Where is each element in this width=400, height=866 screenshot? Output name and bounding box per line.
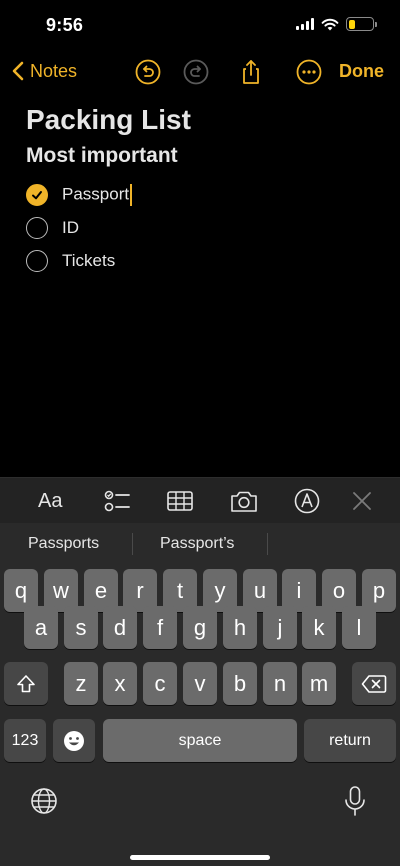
markup-pen-icon[interactable] — [293, 487, 321, 515]
shift-key[interactable] — [4, 662, 48, 705]
key-c[interactable]: c — [143, 662, 177, 705]
checklist-icon[interactable] — [103, 487, 131, 515]
return-key[interactable]: return — [304, 719, 396, 762]
checked-circle-icon[interactable] — [26, 183, 48, 206]
share-icon[interactable] — [237, 58, 265, 86]
key-l[interactable]: l — [342, 606, 376, 649]
camera-icon[interactable] — [229, 487, 259, 515]
status-time: 9:56 — [46, 15, 84, 35]
battery-icon — [346, 17, 377, 31]
key-x[interactable]: x — [103, 662, 137, 705]
text-cursor — [130, 183, 133, 206]
key-k[interactable]: k — [302, 606, 336, 649]
wifi-icon — [321, 18, 339, 30]
checklist-item: Passport — [26, 178, 386, 211]
note-heading[interactable]: Most important — [26, 140, 386, 172]
note-title[interactable]: Packing List — [26, 102, 386, 138]
delete-key[interactable] — [352, 662, 396, 705]
microphone-icon[interactable] — [342, 785, 368, 817]
chevron-left-icon — [12, 61, 24, 81]
key-j[interactable]: j — [263, 606, 297, 649]
keyboard-area: Aa Passports Passport’s q w e r t y u i … — [0, 477, 400, 866]
nav-bar: Notes Done — [0, 52, 400, 92]
key-h[interactable]: h — [223, 606, 257, 649]
checklist: Passport ID Tickets — [26, 178, 386, 277]
redo-icon[interactable] — [182, 58, 210, 86]
key-f[interactable]: f — [143, 606, 177, 649]
done-button[interactable]: Done — [339, 61, 384, 82]
back-button[interactable]: Notes — [8, 58, 77, 84]
table-icon[interactable] — [166, 487, 194, 515]
key-n[interactable]: n — [263, 662, 297, 705]
space-key[interactable]: space — [103, 719, 297, 762]
cellular-signal-icon — [296, 18, 314, 30]
numbers-key[interactable]: 123 — [4, 719, 46, 762]
suggestion-bar: Passports Passport’s — [0, 523, 400, 565]
formatting-toolbar: Aa — [0, 477, 400, 523]
key-m[interactable]: m — [302, 662, 336, 705]
suggestion-divider — [132, 533, 133, 555]
key-s[interactable]: s — [64, 606, 98, 649]
suggestion-divider — [267, 533, 268, 555]
suggestion-item[interactable]: Passports — [28, 535, 99, 553]
globe-icon[interactable] — [29, 786, 59, 816]
note-editor[interactable]: Packing List Most important Passport ID … — [26, 102, 386, 277]
checklist-item-text[interactable]: Passport — [62, 183, 133, 206]
checklist-item: Tickets — [26, 244, 386, 277]
close-icon[interactable] — [350, 487, 374, 515]
checklist-item: ID — [26, 211, 386, 244]
backspace-icon — [361, 674, 387, 693]
checkmark-icon — [32, 190, 42, 199]
emoji-key[interactable] — [53, 719, 95, 762]
status-icons — [296, 17, 377, 31]
back-button-label: Notes — [30, 60, 78, 81]
checklist-item-text[interactable]: Tickets — [62, 251, 115, 271]
key-d[interactable]: d — [103, 606, 137, 649]
unchecked-circle-icon[interactable] — [26, 216, 48, 239]
key-a[interactable]: a — [24, 606, 58, 649]
suggestion-item[interactable]: Passport’s — [160, 535, 234, 553]
keyboard: q w e r t y u i o p a s d f g h j k l z … — [0, 565, 400, 866]
home-indicator[interactable] — [130, 855, 270, 860]
undo-icon[interactable] — [134, 58, 162, 86]
key-g[interactable]: g — [183, 606, 217, 649]
key-z[interactable]: z — [64, 662, 98, 705]
checklist-item-text[interactable]: ID — [62, 218, 79, 238]
status-bar: 9:56 — [0, 0, 400, 52]
more-options-icon[interactable] — [295, 58, 323, 86]
key-b[interactable]: b — [223, 662, 257, 705]
shift-arrow-icon — [17, 674, 35, 692]
key-v[interactable]: v — [183, 662, 217, 705]
unchecked-circle-icon[interactable] — [26, 249, 48, 272]
text-format-button[interactable]: Aa — [38, 487, 62, 515]
emoji-icon — [64, 730, 84, 751]
